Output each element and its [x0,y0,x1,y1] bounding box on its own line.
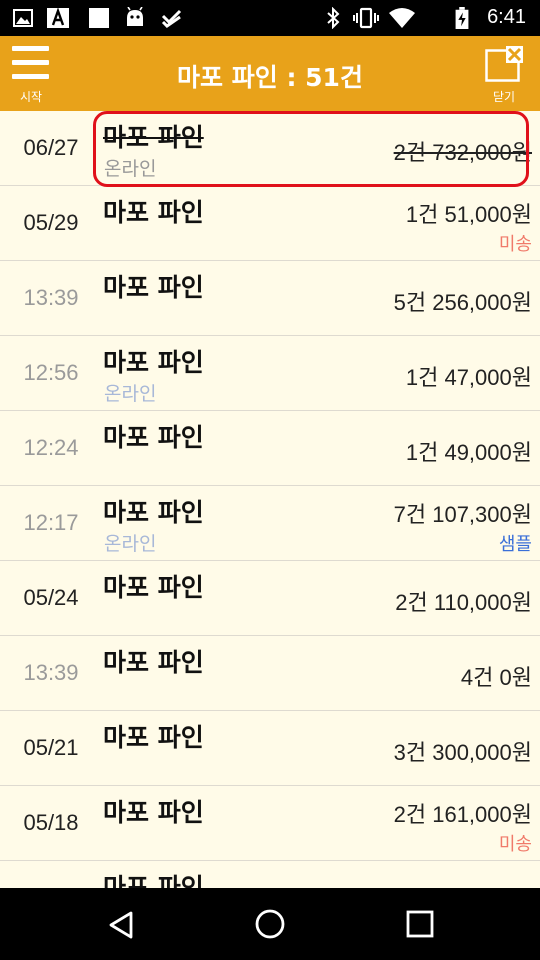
row-amount: 1건 47,000원 [405,365,532,390]
row-status-badge: 샘플 [498,534,532,555]
list-item[interactable]: 05/29 마포 파인 1건 51,000원미송 [0,186,540,261]
menu-button[interactable]: 시작 [0,36,62,111]
row-amount: 7건 107,300원 [393,502,532,527]
row-time: 05/21 [23,735,79,760]
status-time: 6:41 [487,6,526,28]
close-button[interactable]: 닫기 [468,36,540,111]
row-amount: 1건 49,000원 [405,440,532,465]
list-item[interactable]: 13:39 마포 파인 5건 256,000원 [0,261,540,336]
font-a-icon [47,7,69,28]
home-button[interactable] [210,888,330,960]
navigation-bar [0,888,540,960]
row-customer-name: 마포 파인 [103,123,204,152]
row-status-badge: 미송 [498,834,532,855]
bluetooth-icon [327,7,340,29]
battery-charging-icon [455,7,469,29]
row-customer-name: 마포 파인 [103,198,204,227]
check-icon [161,9,182,28]
row-time: 05/24 [23,585,79,610]
list-item[interactable]: 05/24 마포 파인 2건 110,000원 [0,561,540,636]
row-customer-name: 마포 파인 [103,273,204,302]
list-item[interactable]: 12:17 마포 파인온라인 7건 107,300원샘플 [0,486,540,561]
back-icon [109,911,133,939]
row-time: 13:39 [23,660,79,685]
row-amount: 2건 110,000원 [395,590,532,615]
row-time: 12:17 [23,510,79,535]
row-time: 12:24 [23,435,79,460]
home-icon [255,909,285,939]
row-time: 06/27 [23,135,79,160]
list-item[interactable]: 06/27 마포 파인온라인 2건 732,000원 [0,111,540,186]
app-bar: 시작 마포 파인 : 51건 닫기 [0,36,540,111]
list-item[interactable]: 05/18 마포 파인 2건 161,000원미송 [0,786,540,861]
row-amount: 2건 161,000원 [393,802,532,827]
row-channel-label: 온라인 [104,533,157,555]
list-item[interactable]: 05/21 마포 파인 3건 300,000원 [0,711,540,786]
row-time: 05/29 [23,210,79,235]
android-icon [127,7,143,26]
row-customer-name: 마포 파인 [103,873,204,888]
blank-square-icon [89,8,109,28]
row-customer-name: 마포 파인 [103,798,204,827]
vibrate-icon [353,7,379,29]
row-customer-name: 마포 파인 [103,648,204,677]
row-customer-name: 마포 파인 [103,348,204,377]
list-item[interactable]: 13:39 마포 파인 4건 0원 [0,636,540,711]
row-amount: 2건 732,000원 [393,140,532,165]
row-amount: 4건 0원 [460,665,532,690]
row-customer-name: 마포 파인 [103,423,204,452]
order-list: 06/27 마포 파인 온라인 2건 732,000원 05/29 마포 파인 1건 51,… [0,111,540,888]
row-channel-label: 온라인 [104,158,157,180]
recents-icon [406,910,434,938]
close-window-icon [485,46,523,82]
row-amount: 1건 51,000원 [405,202,532,227]
row-time: 05/18 [23,810,79,835]
list-item[interactable]: 12:56 마포 파인온라인 1건 47,000원 [0,336,540,411]
close-caption: 닫기 [492,90,516,104]
row-time: 13:39 [23,285,79,310]
row-status-badge: 미송 [498,234,532,255]
row-time: 12:56 [23,360,79,385]
row-customer-name: 마포 파인 [103,498,204,527]
recents-button[interactable] [360,888,480,960]
menu-icon [12,46,49,51]
back-button[interactable] [60,888,180,960]
menu-caption: 시작 [19,90,43,104]
list-item[interactable]: 마포 파인 [0,861,540,888]
row-amount: 5건 256,000원 [393,290,532,315]
row-customer-name: 마포 파인 [103,573,204,602]
page-title: 마포 파인 : 51건 [177,63,363,92]
status-bar: 6:41 [0,0,540,36]
list-item[interactable]: 12:24 마포 파인 1건 49,000원 [0,411,540,486]
wifi-icon [389,8,415,28]
row-amount: 3건 300,000원 [393,740,532,765]
row-channel-label: 온라인 [104,383,157,405]
image-icon [13,9,33,27]
row-customer-name: 마포 파인 [103,723,204,752]
